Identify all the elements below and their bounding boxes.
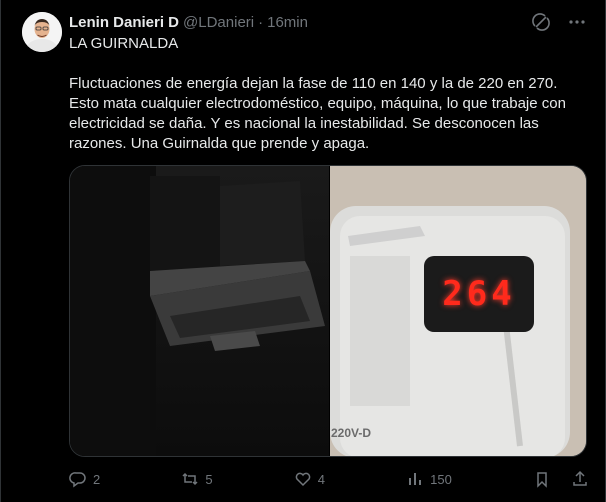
right-actions: [533, 470, 589, 488]
bookmark-button[interactable]: [533, 470, 551, 488]
separator-dot: ·: [258, 13, 264, 31]
author-name[interactable]: Lenin Danieri D: [69, 14, 179, 31]
like-count: 4: [317, 471, 325, 487]
avatar[interactable]: [22, 12, 62, 52]
views-button[interactable]: 150: [406, 470, 452, 488]
retweet-icon: [182, 472, 198, 486]
heart-icon: [295, 472, 311, 487]
more-icon[interactable]: [567, 12, 587, 32]
reply-count: 2: [93, 471, 101, 487]
share-icon: [573, 470, 587, 486]
tweet-body: Fluctuaciones de energía dejan la fase d…: [69, 75, 566, 152]
top-actions: [531, 12, 587, 32]
meter-reading: 264: [442, 274, 516, 314]
meter-display: 264: [424, 256, 534, 332]
laptop-photo: [70, 166, 329, 456]
tweet-actions: 2 5 4 150: [69, 468, 589, 490]
author-handle[interactable]: @LDanieri: [183, 14, 254, 31]
tweet-card[interactable]: Lenin Danieri D @LDanieri · 16min LA GUI…: [0, 0, 606, 502]
media-photo-laptop[interactable]: [70, 166, 329, 456]
device-label: 220V-D: [331, 426, 372, 440]
bookmark-icon: [537, 472, 547, 488]
retweet-button[interactable]: 5: [181, 470, 213, 488]
tweet-title: LA GUIRNALDA: [69, 35, 179, 52]
avatar-image: [22, 12, 62, 52]
tweet-header: Lenin Danieri D @LDanieri · 16min: [69, 12, 539, 32]
like-button[interactable]: 4: [294, 470, 325, 488]
tweet-text: LA GUIRNALDA Fluctuaciones de energía de…: [69, 34, 579, 154]
views-icon: [409, 473, 422, 485]
share-button[interactable]: [571, 470, 589, 488]
grok-icon[interactable]: [531, 12, 551, 32]
reply-icon: [69, 472, 86, 488]
tweet-time[interactable]: 16min: [267, 14, 308, 31]
reply-button[interactable]: 2: [69, 470, 100, 488]
views-count: 150: [430, 471, 452, 487]
retweet-count: 5: [205, 471, 213, 487]
